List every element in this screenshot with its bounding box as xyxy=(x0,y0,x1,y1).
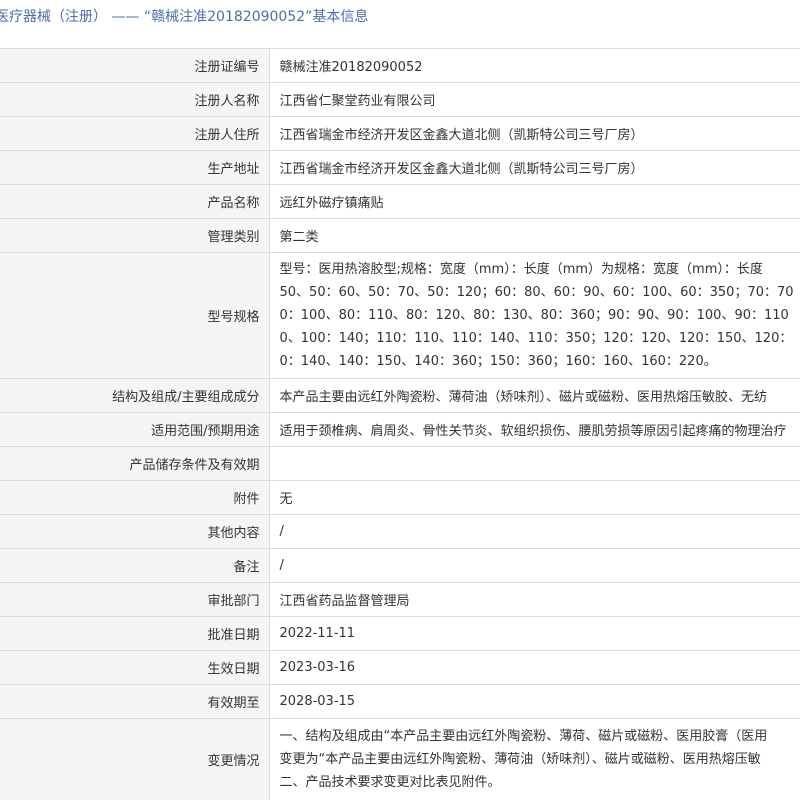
spec-line: 型号：医用热溶胶型;规格：宽度（mm）：长度（mm）为规格：宽度（mm）：长度 xyxy=(279,262,763,277)
table-row: 型号规格 型号：医用热溶胶型;规格：宽度（mm）：长度（mm）为规格：宽度（mm… xyxy=(0,252,800,379)
table-row: 生效日期 2023-03-16 xyxy=(0,650,800,685)
row-value: 第二类 xyxy=(269,218,800,253)
row-label: 附件 xyxy=(0,480,270,515)
row-value xyxy=(269,446,800,481)
page-title-bar: 医疗器械（注册） —— “赣械注准20182090052”基本信息 xyxy=(0,0,800,34)
row-value: / xyxy=(269,514,800,549)
page-title: 医疗器械（注册） —— “赣械注准20182090052”基本信息 xyxy=(0,9,369,25)
table-row: 管理类别 第二类 xyxy=(0,218,800,253)
row-label: 备注 xyxy=(0,548,270,583)
row-label: 变更情况 xyxy=(0,718,270,800)
row-value: 江西省瑞金市经济开发区金鑫大道北侧（凯斯特公司三号厂房） xyxy=(269,116,800,151)
spec-line: 0：100、80：110、80：120、80：130、80：360；90：90、… xyxy=(279,308,789,323)
table-row: 产品名称 远红外磁疗镇痛贴 xyxy=(0,184,800,219)
row-label: 生产地址 xyxy=(0,150,270,185)
spec-line: 50、50：60、50：70、50：120；60：80、60：90、60：100… xyxy=(279,285,794,300)
row-value: 赣械注准20182090052 xyxy=(269,48,800,83)
row-value: 一、结构及组成由“本产品主要由远红外陶瓷粉、薄荷、磁片或磁粉、医用胶膏（医用 变… xyxy=(269,718,800,800)
row-label: 产品名称 xyxy=(0,184,270,219)
table-row: 变更情况 一、结构及组成由“本产品主要由远红外陶瓷粉、薄荷、磁片或磁粉、医用胶膏… xyxy=(0,718,800,800)
row-label: 适用范围/预期用途 xyxy=(0,412,270,447)
row-value: 型号：医用热溶胶型;规格：宽度（mm）：长度（mm）为规格：宽度（mm）：长度 … xyxy=(269,252,800,379)
row-label: 型号规格 xyxy=(0,252,270,379)
info-table-wrapper: 注册证编号 赣械注准20182090052 注册人名称 江西省仁聚堂药业有限公司… xyxy=(0,48,800,800)
row-label: 结构及组成/主要组成成分 xyxy=(0,378,270,413)
row-value: 2023-03-16 xyxy=(269,650,800,685)
table-row: 其他内容 / xyxy=(0,514,800,549)
row-label: 注册人名称 xyxy=(0,82,270,117)
table-row: 注册证编号 赣械注准20182090052 xyxy=(0,48,800,83)
row-label: 管理类别 xyxy=(0,218,270,253)
table-row: 批准日期 2022-11-11 xyxy=(0,616,800,651)
row-value: 无 xyxy=(269,480,800,515)
spec-line: 0：140、140：150、140：360；150：360；160：160、16… xyxy=(279,354,717,369)
row-label: 审批部门 xyxy=(0,582,270,617)
row-label: 其他内容 xyxy=(0,514,270,549)
table-row: 备注 / xyxy=(0,548,800,583)
row-value: 江西省仁聚堂药业有限公司 xyxy=(269,82,800,117)
table-row: 注册人名称 江西省仁聚堂药业有限公司 xyxy=(0,82,800,117)
table-row: 生产地址 江西省瑞金市经济开发区金鑫大道北侧（凯斯特公司三号厂房） xyxy=(0,150,800,185)
table-row: 注册人住所 江西省瑞金市经济开发区金鑫大道北侧（凯斯特公司三号厂房） xyxy=(0,116,800,151)
change-line: 二、产品技术要求变更对比表见附件。 xyxy=(279,775,501,790)
row-value: / xyxy=(269,548,800,583)
row-value: 远红外磁疗镇痛贴 xyxy=(269,184,800,219)
table-row: 适用范围/预期用途 适用于颈椎病、肩周炎、骨性关节炎、软组织损伤、腰肌劳损等原因… xyxy=(0,412,800,447)
row-label: 注册证编号 xyxy=(0,48,270,83)
row-value: 本产品主要由远红外陶瓷粉、薄荷油（矫味剂）、磁片或磁粉、医用热熔压敏胶、无纺 xyxy=(269,378,800,413)
row-value: 江西省药品监督管理局 xyxy=(269,582,800,617)
change-line: 一、结构及组成由“本产品主要由远红外陶瓷粉、薄荷、磁片或磁粉、医用胶膏（医用 xyxy=(279,729,768,744)
row-value: 适用于颈椎病、肩周炎、骨性关节炎、软组织损伤、腰肌劳损等原因引起疼痛的物理治疗 xyxy=(269,412,800,447)
row-value: 2022-11-11 xyxy=(269,616,800,651)
spec-line: 0、100：140；110：110、110：140、110：350；120：12… xyxy=(279,331,793,346)
row-label: 注册人住所 xyxy=(0,116,270,151)
table-row: 结构及组成/主要组成成分 本产品主要由远红外陶瓷粉、薄荷油（矫味剂）、磁片或磁粉… xyxy=(0,378,800,413)
row-value: 江西省瑞金市经济开发区金鑫大道北侧（凯斯特公司三号厂房） xyxy=(269,150,800,185)
table-row: 产品储存条件及有效期 xyxy=(0,446,800,481)
info-table: 注册证编号 赣械注准20182090052 注册人名称 江西省仁聚堂药业有限公司… xyxy=(0,48,800,800)
change-line: 变更为“本产品主要由远红外陶瓷粉、薄荷油（矫味剂）、磁片或磁粉、医用热熔压敏 xyxy=(279,752,761,767)
table-row: 审批部门 江西省药品监督管理局 xyxy=(0,582,800,617)
table-row: 附件 无 xyxy=(0,480,800,515)
table-row: 有效期至 2028-03-15 xyxy=(0,684,800,719)
row-label: 产品储存条件及有效期 xyxy=(0,446,270,481)
row-value: 2028-03-15 xyxy=(269,684,800,719)
row-label: 有效期至 xyxy=(0,684,270,719)
row-label: 批准日期 xyxy=(0,616,270,651)
row-label: 生效日期 xyxy=(0,650,270,685)
